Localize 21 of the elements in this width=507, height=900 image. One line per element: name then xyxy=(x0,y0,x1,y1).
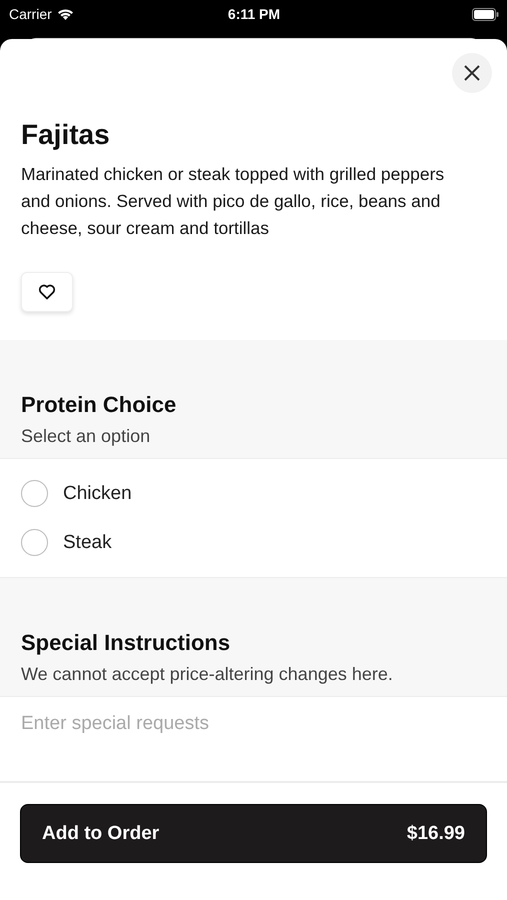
radio-button[interactable] xyxy=(21,480,48,507)
section-heading: Special Instructions xyxy=(21,630,232,656)
favorite-button[interactable] xyxy=(21,272,73,312)
clock-time: 6:11 PM xyxy=(228,6,280,22)
wifi-icon xyxy=(56,8,74,20)
add-to-order-button[interactable]: Add to Order $16.99 xyxy=(20,804,487,863)
option-label[interactable]: Steak xyxy=(63,532,112,554)
price-label: $16.99 xyxy=(406,822,465,844)
carrier-label: Carrier xyxy=(9,6,52,22)
section-subtitle: We cannot accept price-altering changes here. xyxy=(21,664,394,685)
section-heading: Protein Choice xyxy=(21,392,178,418)
heart-icon xyxy=(38,284,56,300)
option-label[interactable]: Chicken xyxy=(63,482,132,504)
item-title: Fajitas xyxy=(21,119,111,151)
radio-button[interactable] xyxy=(21,529,48,556)
button-label: Add to Order xyxy=(42,822,160,844)
close-icon xyxy=(464,65,480,81)
section-subtitle: Select an option xyxy=(21,426,152,447)
battery-icon xyxy=(472,8,499,20)
item-description: Marinated chicken or steak topped with grilled peppers and onions. Served with pico de gallo, rice, beans and cheese, sour cream and tortillas xyxy=(21,163,446,240)
close-button[interactable] xyxy=(452,53,492,93)
